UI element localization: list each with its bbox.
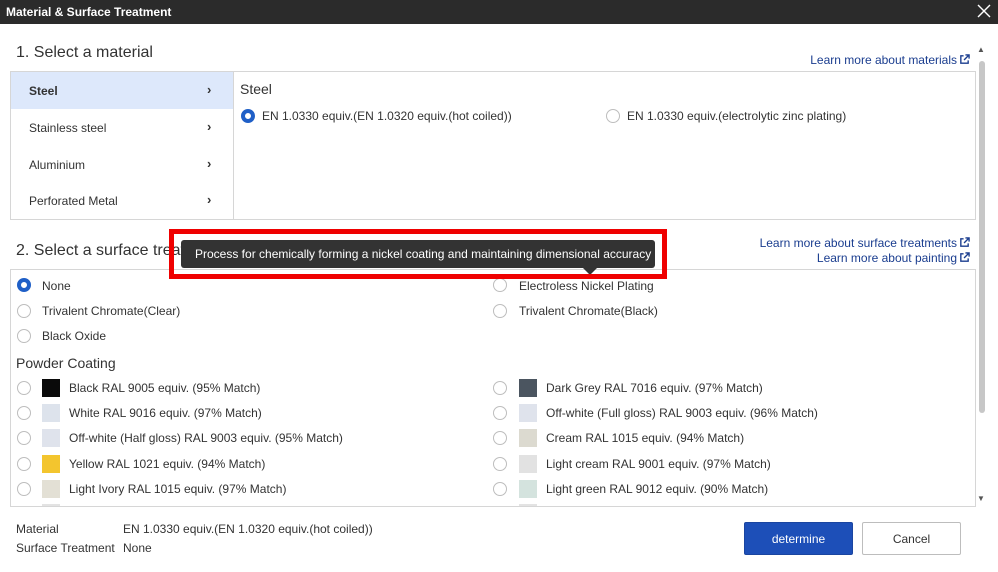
- color-swatch: [42, 504, 60, 506]
- color-swatch: [42, 429, 60, 447]
- external-link-icon: [960, 237, 970, 247]
- powder-option-label[interactable]: Light Ivory RAL 1015 equiv. (97% Match): [69, 482, 286, 496]
- powder-option-radio[interactable]: [493, 457, 507, 471]
- powder-option-radio[interactable]: [17, 457, 31, 471]
- powder-option-label[interactable]: Black RAL 9005 equiv. (95% Match): [69, 381, 260, 395]
- powder-option-radio[interactable]: [17, 381, 31, 395]
- surface-option-radio[interactable]: [493, 278, 507, 292]
- category-stainless-steel[interactable]: Stainless steel ›: [11, 109, 233, 146]
- summary-material-label: Material: [16, 522, 59, 536]
- powder-option-radio[interactable]: [493, 431, 507, 445]
- powder-option-label[interactable]: Yellow RAL 1021 equiv. (94% Match): [69, 457, 265, 471]
- chevron-right-icon: ›: [207, 192, 212, 207]
- powder-option-radio[interactable]: [493, 381, 507, 395]
- material-section-title: 1. Select a material: [16, 44, 153, 61]
- cancel-button[interactable]: Cancel: [862, 522, 961, 555]
- powder-coating-title: Powder Coating: [16, 355, 116, 371]
- material-category-list: Steel › Stainless steel › Aluminium › Pe…: [11, 72, 234, 219]
- color-swatch: [519, 455, 537, 473]
- scroll-down-icon[interactable]: ▼: [977, 494, 985, 503]
- powder-option-radio[interactable]: [17, 406, 31, 420]
- surface-option-radio[interactable]: [17, 304, 31, 318]
- color-swatch: [519, 429, 537, 447]
- color-swatch: [42, 379, 60, 397]
- surface-option-label[interactable]: Trivalent Chromate(Clear): [42, 304, 180, 318]
- learn-more-surface-treatments-link[interactable]: Learn more about surface treatments: [760, 236, 970, 250]
- category-label: Perforated Metal: [29, 194, 118, 208]
- powder-option-label[interactable]: Light cream RAL 9001 equiv. (97% Match): [546, 457, 771, 471]
- scroll-up-icon[interactable]: ▲: [977, 45, 985, 54]
- color-swatch: [519, 379, 537, 397]
- highlight-frame: [169, 229, 667, 279]
- material-option-label[interactable]: EN 1.0330 equiv.(EN 1.0320 equiv.(hot co…: [262, 109, 512, 123]
- close-icon[interactable]: [976, 3, 992, 19]
- summary-surface-label: Surface Treatment: [16, 541, 115, 555]
- learn-more-painting-text: Learn more about painting: [816, 251, 957, 265]
- color-swatch: [42, 455, 60, 473]
- determine-button[interactable]: determine: [744, 522, 853, 555]
- external-link-icon: [960, 252, 970, 262]
- surface-option-label[interactable]: Trivalent Chromate(Black): [519, 304, 658, 318]
- powder-option-radio[interactable]: [493, 406, 507, 420]
- surface-treatment-list: None Electroless Nickel Plating Trivalen…: [10, 269, 976, 507]
- surface-option-label[interactable]: Black Oxide: [42, 329, 106, 343]
- powder-option-label[interactable]: Off-white (Full gloss) RAL 9003 equiv. (…: [546, 406, 818, 420]
- surface-option-radio[interactable]: [17, 329, 31, 343]
- powder-option-radio[interactable]: [17, 482, 31, 496]
- powder-option-radio[interactable]: [493, 482, 507, 496]
- color-swatch: [42, 480, 60, 498]
- material-selector: Steel › Stainless steel › Aluminium › Pe…: [10, 71, 976, 220]
- powder-option-label[interactable]: Off-white (Half gloss) RAL 9003 equiv. (…: [69, 431, 343, 445]
- category-label: Stainless steel: [29, 121, 107, 135]
- surface-option-radio[interactable]: [17, 278, 31, 292]
- material-group-title: Steel: [240, 81, 272, 97]
- powder-option-label[interactable]: Cream RAL 1015 equiv. (94% Match): [546, 431, 744, 445]
- learn-more-painting-link[interactable]: Learn more about painting: [817, 251, 970, 265]
- powder-option-label[interactable]: Light green RAL 9012 equiv. (90% Match): [546, 482, 768, 496]
- category-aluminium[interactable]: Aluminium ›: [11, 146, 233, 183]
- surface-option-label[interactable]: None: [42, 279, 71, 293]
- scrollbar-thumb[interactable]: [979, 61, 985, 413]
- chevron-right-icon: ›: [207, 156, 212, 171]
- powder-option-radio[interactable]: [17, 431, 31, 445]
- vertical-scrollbar[interactable]: ▲ ▼: [976, 45, 988, 507]
- learn-more-materials-text: Learn more about materials: [810, 53, 957, 67]
- summary-material-value: EN 1.0330 equiv.(EN 1.0320 equiv.(hot co…: [123, 522, 373, 536]
- surface-option-label[interactable]: Electroless Nickel Plating: [519, 279, 654, 293]
- dialog-title: Material & Surface Treatment: [6, 5, 172, 19]
- color-swatch: [519, 480, 537, 498]
- color-swatch: [519, 504, 537, 506]
- category-perforated-metal[interactable]: Perforated Metal ›: [11, 182, 233, 219]
- color-swatch: [42, 404, 60, 422]
- material-option-radio[interactable]: [606, 109, 620, 123]
- powder-option-label[interactable]: White RAL 9016 equiv. (97% Match): [69, 406, 262, 420]
- chevron-right-icon: ›: [207, 82, 212, 97]
- chevron-right-icon: ›: [207, 119, 212, 134]
- learn-more-materials-link[interactable]: Learn more about materials: [810, 53, 970, 67]
- summary-surface-value: None: [123, 541, 152, 555]
- powder-option-label[interactable]: Dark Grey RAL 7016 equiv. (97% Match): [546, 381, 763, 395]
- category-label: Steel: [29, 84, 58, 98]
- external-link-icon: [960, 54, 970, 64]
- color-swatch: [519, 404, 537, 422]
- material-option-label[interactable]: EN 1.0330 equiv.(electrolytic zinc plati…: [627, 109, 846, 123]
- category-label: Aluminium: [29, 158, 86, 172]
- dialog-titlebar: Material & Surface Treatment: [0, 0, 998, 24]
- category-steel[interactable]: Steel ›: [11, 72, 233, 109]
- surface-option-radio[interactable]: [493, 304, 507, 318]
- learn-more-treatments-text: Learn more about surface treatments: [759, 236, 957, 250]
- material-option-radio[interactable]: [241, 109, 255, 123]
